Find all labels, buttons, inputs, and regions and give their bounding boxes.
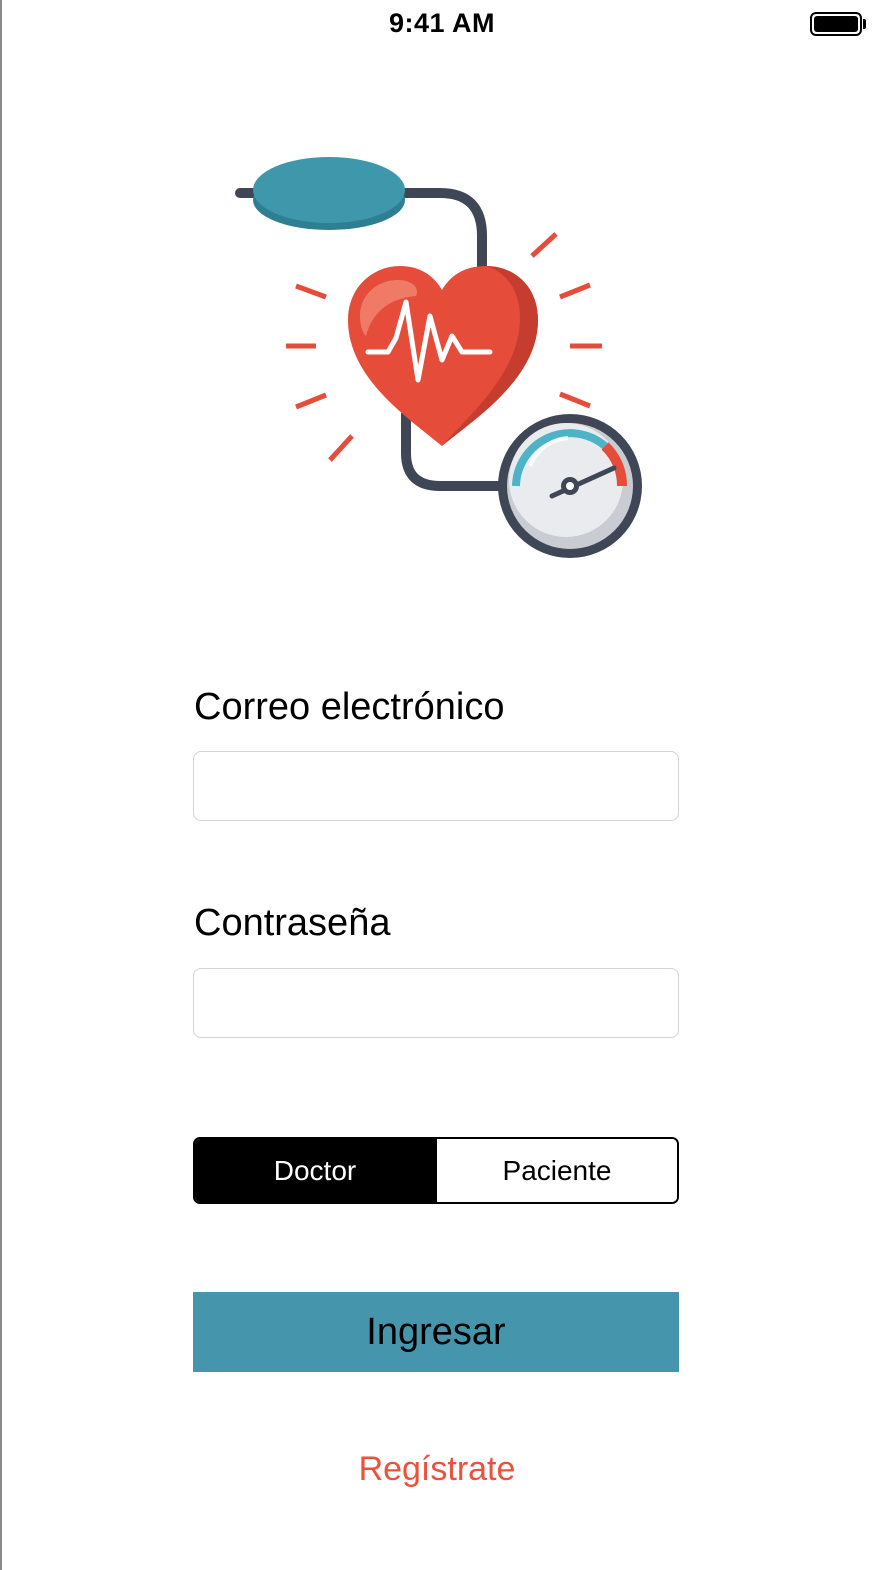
battery-icon	[810, 12, 862, 36]
status-bar: 9:41 AM	[0, 0, 884, 50]
segment-doctor[interactable]: Doctor	[195, 1139, 435, 1202]
window-edge	[0, 0, 2, 1570]
login-button[interactable]: Ingresar	[193, 1292, 679, 1372]
password-field[interactable]	[193, 968, 679, 1038]
email-field[interactable]	[193, 751, 679, 821]
role-segmented-control: Doctor Paciente	[193, 1137, 679, 1204]
register-link[interactable]: Regístrate	[0, 1450, 874, 1489]
blood-pressure-heart-icon	[235, 157, 642, 558]
segment-paciente[interactable]: Paciente	[435, 1139, 677, 1202]
email-label: Correo electrónico	[194, 686, 505, 728]
status-time: 9:41 AM	[388, 8, 496, 38]
app-logo	[230, 148, 650, 568]
battery-tip	[863, 19, 866, 29]
password-label: Contraseña	[194, 902, 391, 944]
